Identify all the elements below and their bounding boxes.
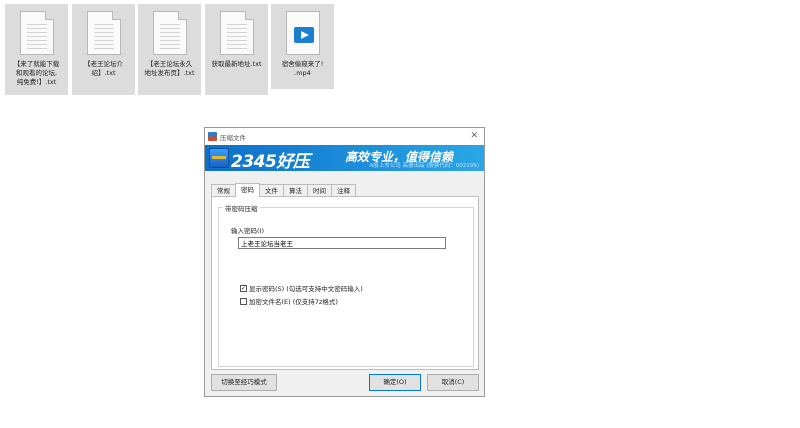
desktop-file-1[interactable]: 【来了就能下载 和观看的论坛, 纯免费!】.txt — [5, 4, 68, 95]
show-password-label: 显示密码(S) (勾选可支持中文密码输入) — [249, 285, 363, 293]
desktop-file-2[interactable]: 【老王论坛介 绍】.txt — [72, 4, 135, 95]
file-name: 【老王论坛永久 地址发布页】.txt — [144, 60, 195, 77]
brand-name: 2345好压 — [231, 152, 310, 171]
text-file-icon — [219, 11, 254, 55]
show-password-option[interactable]: ✓ 显示密码(S) (勾选可支持中文密码输入) — [240, 283, 363, 293]
encrypt-names-checkbox[interactable] — [240, 297, 247, 305]
text-file-icon — [19, 11, 54, 55]
archive-logo-icon — [209, 148, 229, 168]
video-file-icon — [285, 11, 320, 55]
group-label: 带密码压缩 — [223, 203, 260, 213]
file-name: 【来了就能下载 和观看的论坛, 纯免费!】.txt — [13, 60, 60, 86]
file-name: 【老王论坛介 绍】.txt — [84, 60, 123, 77]
show-password-checkbox[interactable]: ✓ — [240, 284, 247, 292]
desktop-file-5[interactable]: 宿舍偷窥来了! .mp4 — [271, 4, 334, 89]
brand-banner: 2345好压 高效专业，值得信赖 A股上市公司 高德出品 (股票代码：00219… — [205, 145, 484, 171]
cancel-button[interactable]: 取消(C) — [427, 374, 479, 391]
title-bar: 压缩文件 ✕ — [205, 128, 484, 145]
password-label: 输入密码(I) — [231, 227, 264, 235]
tab-bar: 常规 密码 文件 算法 时间 注释 — [211, 183, 356, 197]
tab-password[interactable]: 密码 — [235, 183, 260, 197]
file-name: 获取最新地址.txt — [211, 60, 262, 68]
close-icon[interactable]: ✕ — [470, 131, 478, 141]
ok-button[interactable]: 确定(O) — [369, 374, 421, 391]
brand-subtitle: A股上市公司 高德出品 (股票代码：002195) — [369, 163, 479, 169]
text-file-icon — [152, 11, 187, 55]
app-icon — [208, 132, 217, 141]
encrypt-names-label: 加密文件名(E) (仅支持7z格式) — [249, 298, 338, 306]
switch-mode-button[interactable]: 切换至经巧模式 — [211, 374, 277, 391]
compress-dialog: 压缩文件 ✕ 2345好压 高效专业，值得信赖 A股上市公司 高德出品 (股票代… — [204, 127, 485, 397]
desktop-file-3[interactable]: 【老王论坛永久 地址发布页】.txt — [138, 4, 201, 95]
text-file-icon — [86, 11, 121, 55]
desktop-file-4[interactable]: 获取最新地址.txt — [205, 4, 268, 95]
password-input[interactable] — [238, 237, 446, 249]
encrypt-names-option[interactable]: 加密文件名(E) (仅支持7z格式) — [240, 296, 338, 306]
file-name: 宿舍偷窥来了! .mp4 — [281, 60, 324, 77]
dialog-title: 压缩文件 — [220, 133, 246, 142]
